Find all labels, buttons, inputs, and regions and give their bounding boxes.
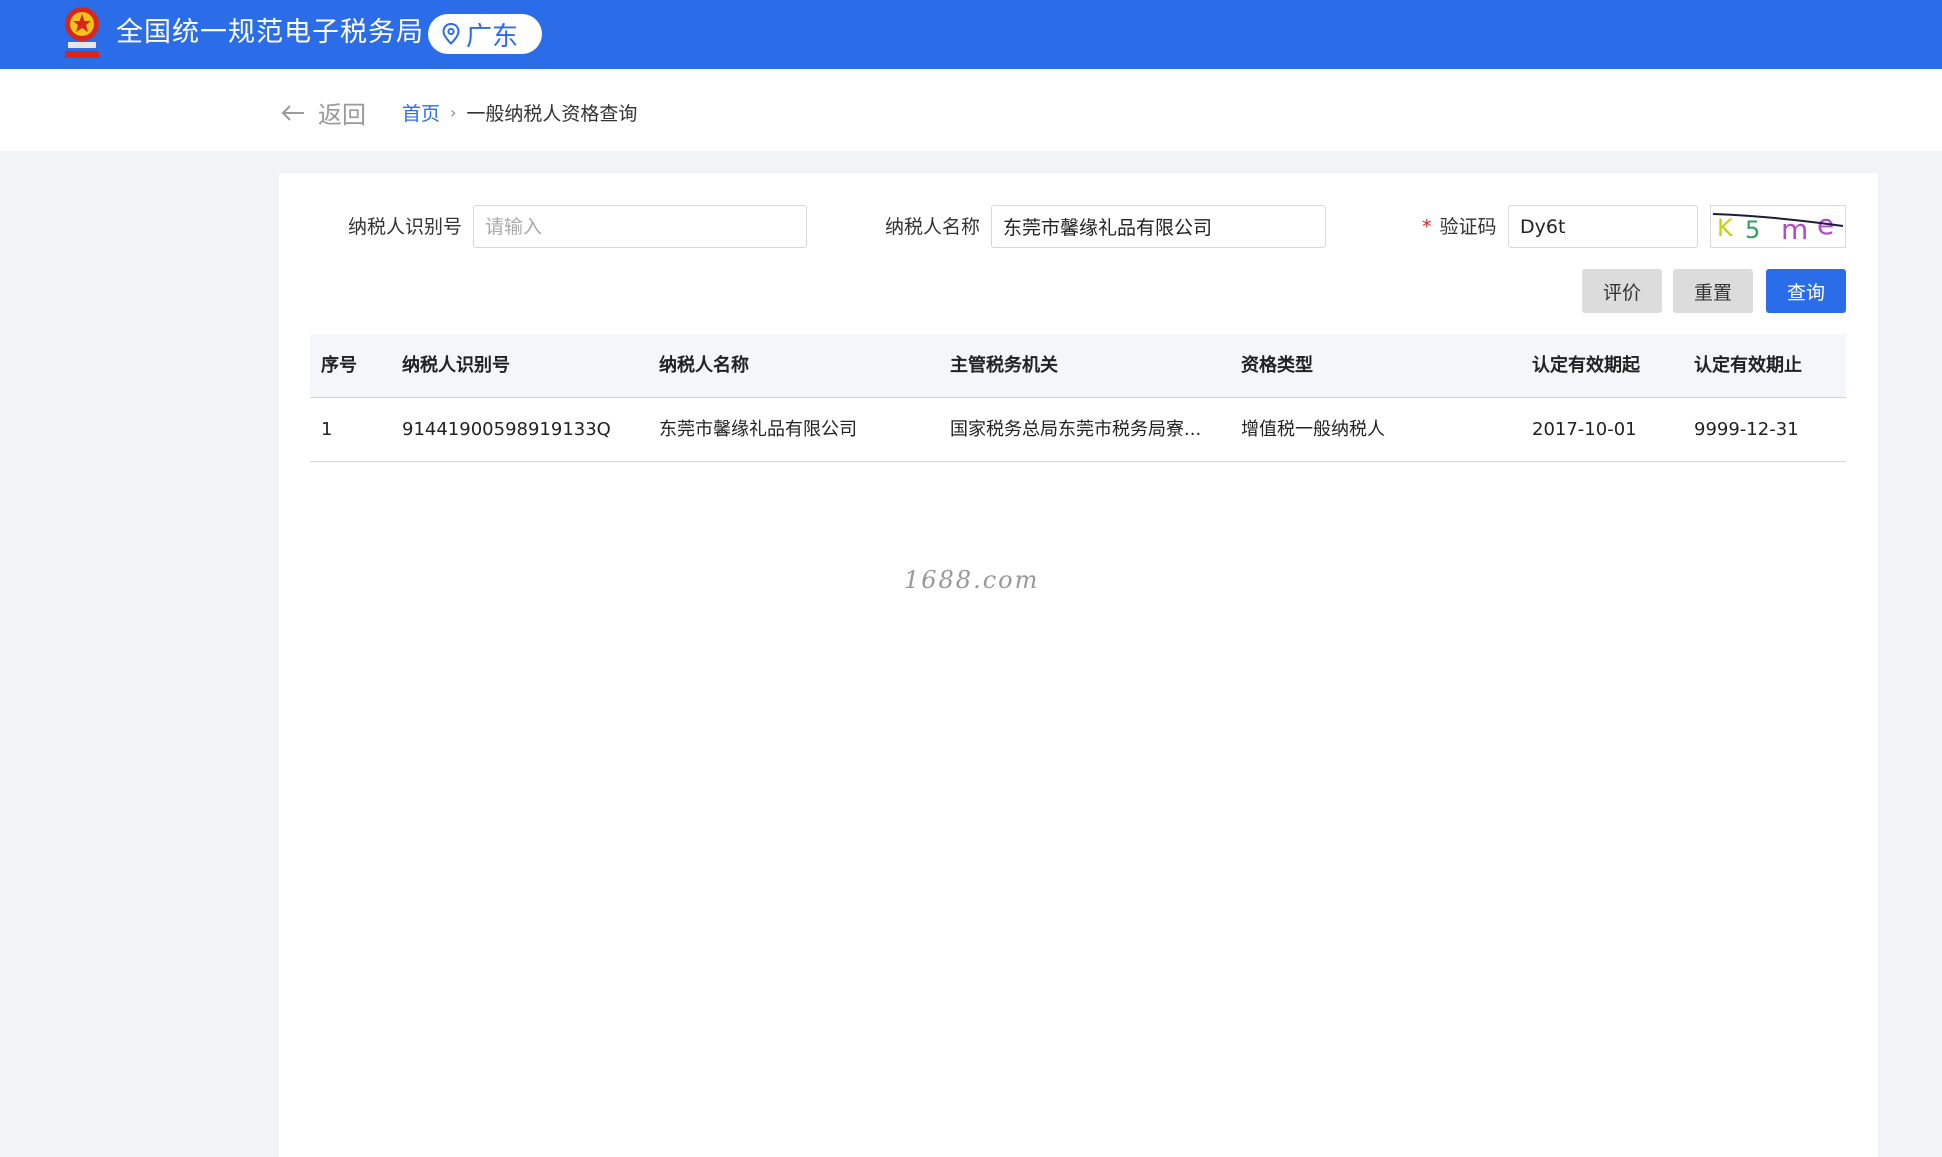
- captcha-image[interactable]: K 5 m e: [1710, 205, 1846, 248]
- back-button[interactable]: 返回: [280, 95, 366, 130]
- captcha-label-group: * 验证码: [1422, 215, 1497, 239]
- table-header-row: 序号 纳税人识别号 纳税人名称 主管税务机关 资格类型 认定有效期起 认定有效期…: [310, 334, 1846, 398]
- breadcrumb: 首页 › 一般纳税人资格查询: [402, 99, 637, 126]
- watermark: 1688.com: [904, 566, 1040, 594]
- table-cell: 9999-12-31: [1694, 419, 1799, 440]
- reset-button[interactable]: 重置: [1673, 269, 1753, 313]
- top-header: 全国统一规范电子税务局 广东: [0, 0, 1942, 69]
- site-title: 全国统一规范电子税务局: [116, 17, 424, 48]
- region-selector[interactable]: 广东: [428, 14, 542, 54]
- breadcrumb-bar: 返回 首页 › 一般纳税人资格查询: [0, 69, 1942, 151]
- query-card: 纳税人识别号 纳税人名称 * 验证码 K 5 m e 评价 重置 查询 序号 纳税…: [279, 173, 1878, 1157]
- taxpayer-id-input[interactable]: [473, 205, 807, 248]
- chevron-right-icon: ›: [450, 103, 457, 122]
- captcha-label: 验证码: [1439, 216, 1497, 238]
- column-header: 认定有效期止: [1694, 355, 1802, 376]
- taxpayer-id-label: 纳税人识别号: [348, 216, 463, 238]
- results-table: 序号 纳税人识别号 纳税人名称 主管税务机关 资格类型 认定有效期起 认定有效期…: [310, 334, 1846, 462]
- column-header: 纳税人名称: [659, 355, 749, 376]
- back-label: 返回: [318, 101, 366, 129]
- captcha-graphic: K 5 m e: [1712, 208, 1844, 246]
- required-mark: *: [1422, 216, 1432, 238]
- breadcrumb-current: 一般纳税人资格查询: [466, 103, 638, 125]
- arrow-left-icon: [281, 104, 304, 121]
- taxpayer-name-input[interactable]: [991, 205, 1326, 248]
- svg-text:m: m: [1781, 213, 1808, 246]
- column-header: 序号: [321, 355, 357, 376]
- region-label: 广东: [466, 21, 519, 52]
- taxpayer-name-label: 纳税人名称: [885, 216, 981, 238]
- table-cell: 2017-10-01: [1532, 419, 1637, 440]
- table-cell: 东莞市馨缘礼品有限公司: [659, 419, 857, 440]
- svg-text:5: 5: [1745, 216, 1760, 244]
- svg-text:K: K: [1717, 214, 1734, 242]
- column-header: 主管税务机关: [950, 355, 1058, 376]
- column-header: 认定有效期起: [1532, 355, 1640, 376]
- captcha-input[interactable]: [1508, 205, 1698, 248]
- evaluate-button[interactable]: 评价: [1582, 269, 1662, 313]
- national-emblem-icon: [65, 7, 99, 58]
- column-header: 资格类型: [1241, 355, 1313, 376]
- table-cell: 1: [321, 419, 333, 440]
- table-cell: 增值税一般纳税人: [1241, 419, 1385, 440]
- column-header: 纳税人识别号: [402, 355, 510, 376]
- table-cell: 国家税务总局东莞市税务局寮...: [950, 419, 1202, 440]
- table-cell: 91441900598919133Q: [402, 419, 611, 440]
- breadcrumb-home-link[interactable]: 首页: [402, 99, 440, 126]
- location-pin-icon: [442, 23, 460, 45]
- query-button[interactable]: 查询: [1766, 269, 1846, 313]
- table-row[interactable]: 1 91441900598919133Q 东莞市馨缘礼品有限公司 国家税务总局东…: [310, 398, 1846, 462]
